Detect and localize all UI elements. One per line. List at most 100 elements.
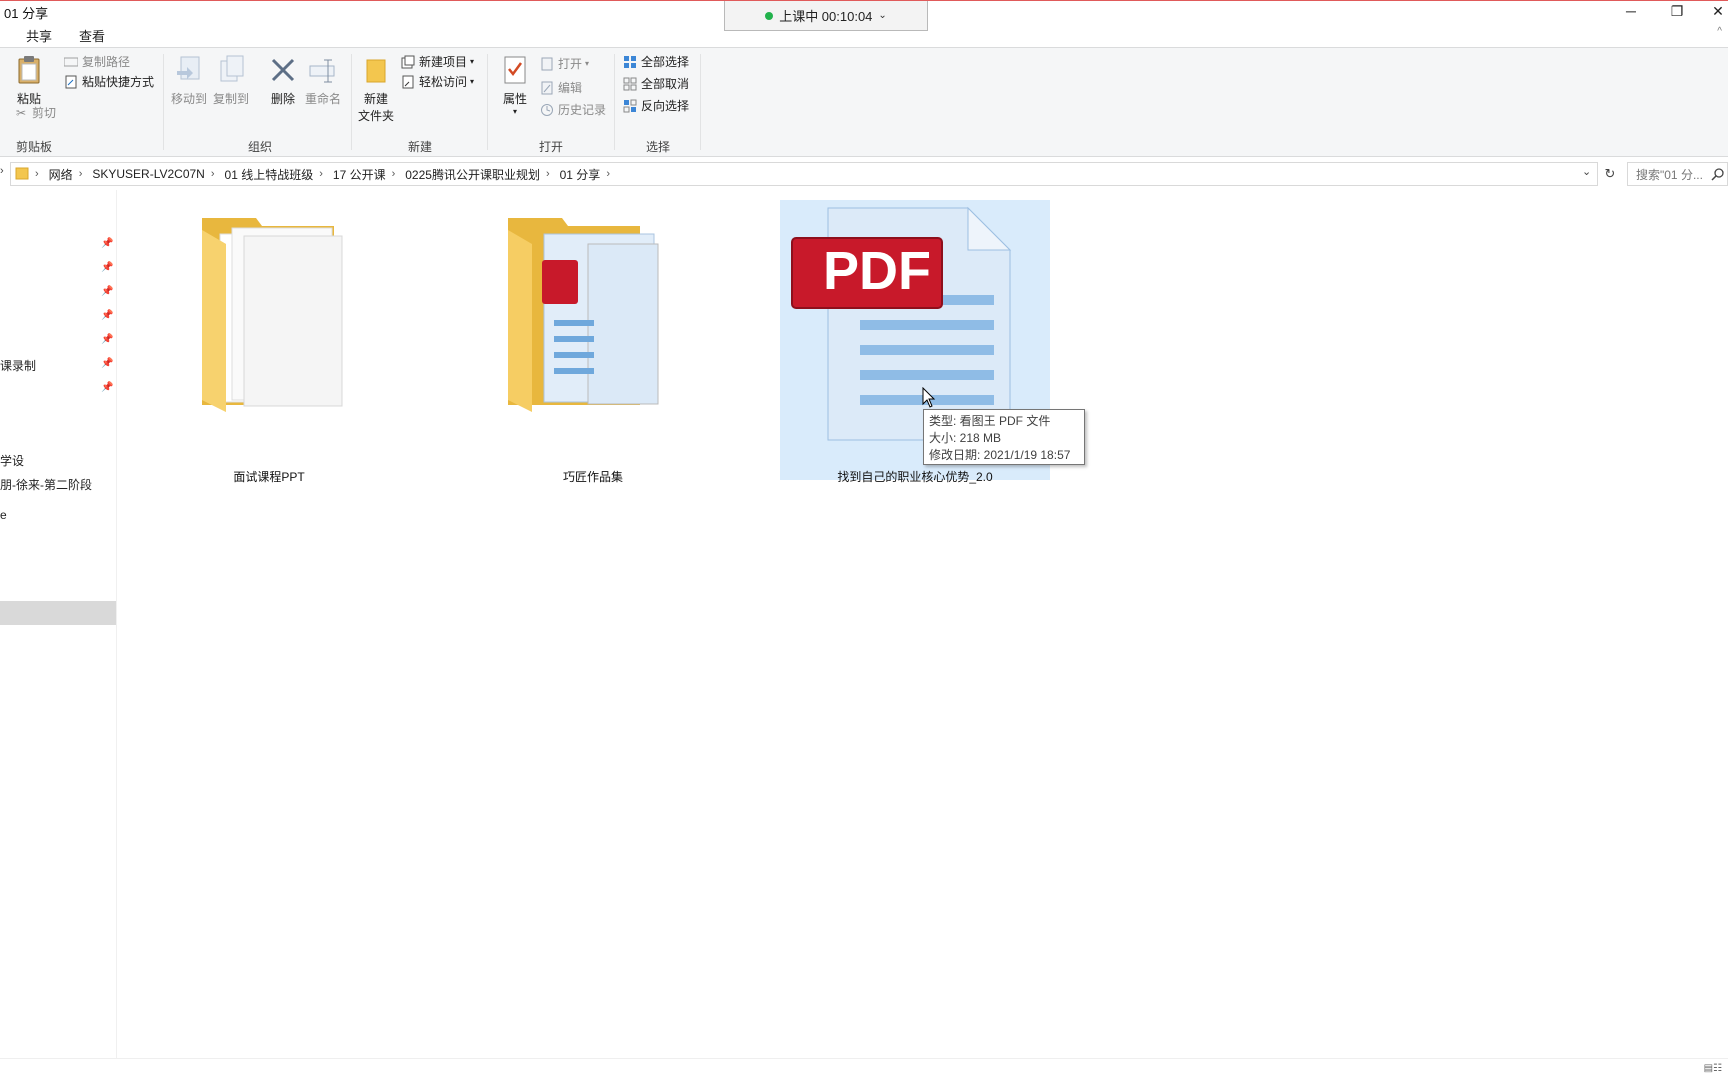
copy-path-button[interactable]: 复制路径	[63, 53, 130, 70]
cut-button[interactable]: ✂ 剪切	[13, 104, 56, 121]
nav-item[interactable]: e	[0, 508, 7, 522]
breadcrumb-separator-icon: ›	[35, 168, 39, 180]
tab-view[interactable]: 查看	[79, 26, 105, 45]
pin-icon[interactable]: 📌	[101, 358, 113, 369]
close-button[interactable]: ✕	[1698, 1, 1728, 21]
breadcrumb-separator-icon[interactable]: ›	[319, 168, 323, 180]
cut-label: 剪切	[32, 106, 57, 120]
new-item-icon	[400, 54, 416, 70]
easy-access-button[interactable]: 轻松访问 ▾	[400, 73, 474, 90]
move-to-label: 移动到	[171, 92, 208, 106]
breadcrumb-separator-icon[interactable]: ›	[79, 168, 83, 180]
restore-button[interactable]: ❐	[1657, 1, 1697, 21]
move-to-icon	[174, 54, 204, 86]
caret-down-icon: ▾	[512, 107, 517, 116]
edit-label: 编辑	[558, 81, 583, 95]
select-all-button[interactable]: 全部选择	[622, 53, 689, 70]
copy-path-icon	[63, 54, 79, 70]
invert-selection-button[interactable]: 反向选择	[622, 97, 689, 114]
new-item-button[interactable]: 新建项目 ▾	[400, 53, 474, 70]
group-separator	[700, 54, 701, 150]
caret-down-icon: ▾	[470, 57, 475, 66]
delete-x-icon	[268, 54, 298, 86]
view-mode-icon[interactable]: ▤☷	[1704, 1063, 1722, 1074]
ribbon-collapse-button[interactable]: ^	[1717, 26, 1722, 37]
group-separator	[487, 54, 488, 150]
file-name: 找到自己的职业核心优势_2.0	[837, 470, 993, 484]
new-folder-label-1: 新建	[364, 92, 389, 106]
window-title: 01 分享	[4, 6, 49, 21]
nav-item-selected[interactable]	[0, 601, 116, 625]
breadcrumb-public-course[interactable]: 17 公开课	[333, 166, 386, 183]
copy-to-icon	[216, 54, 246, 86]
select-none-label: 全部取消	[641, 77, 690, 91]
history-button[interactable]: 历史记录	[539, 101, 606, 118]
pin-icon[interactable]: 📌	[101, 382, 113, 393]
breadcrumb-career[interactable]: 0225腾讯公开课职业规划	[405, 166, 540, 183]
search-placeholder: 搜索"01 分...	[1636, 167, 1703, 182]
pin-icon[interactable]: 📌	[101, 262, 113, 273]
pdf-badge-text: PDF	[823, 241, 931, 301]
rename-button[interactable]: 重命名	[305, 54, 341, 107]
caret-down-icon: ▾	[470, 77, 475, 86]
delete-label: 删除	[270, 92, 295, 106]
tab-share[interactable]: 共享	[26, 26, 52, 45]
new-folder-button[interactable]: 新建 文件夹	[358, 54, 394, 124]
breadcrumb-host[interactable]: SKYUSER-LV2C07N	[92, 167, 205, 181]
paste-shortcut-button[interactable]: 粘贴快捷方式	[63, 73, 154, 90]
group-label-new: 新建	[407, 140, 432, 154]
properties-button[interactable]: 属性 ▾	[500, 54, 530, 116]
breadcrumb-separator-icon[interactable]: ›	[211, 168, 215, 180]
group-label-organize: 组织	[247, 140, 272, 154]
file-item[interactable]: 巧匠作品集	[458, 200, 728, 484]
delete-button[interactable]: 删除	[268, 54, 298, 107]
properties-label: 属性	[502, 92, 527, 106]
move-to-button[interactable]: 移动到	[171, 54, 207, 107]
search-input[interactable]: 搜索"01 分...	[1627, 162, 1728, 186]
paste-shortcut-label: 粘贴快捷方式	[82, 75, 155, 89]
pin-icon[interactable]: 📌	[101, 286, 113, 297]
folder-pdf-icon	[508, 218, 659, 412]
nav-item[interactable]: 课录制	[0, 357, 36, 374]
recording-dot-icon	[765, 11, 774, 20]
select-none-button[interactable]: 全部取消	[622, 75, 689, 92]
pin-icon[interactable]: 📌	[101, 238, 113, 249]
address-dropdown-icon[interactable]: ⌄	[1582, 165, 1591, 178]
chevron-down-icon[interactable]: ⌄	[878, 10, 886, 21]
paste-shortcut-icon	[63, 74, 79, 90]
history-icon	[539, 102, 555, 118]
navigation-pane: 📌 📌 📌 📌 📌 📌 📌 课录制 学设 朋-徐来-第二阶段 e	[0, 190, 117, 1058]
breadcrumb-separator-icon[interactable]: ›	[606, 168, 610, 180]
address-bar[interactable]: › 网络 › SKYUSER-LV2C07N › 01 线上特战班级 › 17 …	[10, 162, 1598, 186]
breadcrumb-network[interactable]: 网络	[49, 166, 73, 183]
edit-button[interactable]: 编辑	[539, 79, 582, 96]
caret-down-icon: ▾	[585, 59, 590, 68]
nav-item[interactable]: 学设	[0, 452, 24, 469]
properties-check-icon	[500, 54, 530, 86]
copy-path-label: 复制路径	[82, 55, 131, 69]
pin-icon[interactable]: 📌	[101, 310, 113, 321]
copy-to-button[interactable]: 复制到	[213, 54, 249, 107]
minimize-button[interactable]: ─	[1611, 1, 1651, 21]
pin-icon[interactable]: 📌	[101, 334, 113, 345]
group-separator	[614, 54, 615, 150]
breadcrumb-separator-icon[interactable]: ›	[392, 168, 396, 180]
open-button[interactable]: 打开 ▾	[539, 55, 589, 72]
nav-item[interactable]: 朋-徐来-第二阶段	[0, 476, 92, 493]
select-all-icon	[622, 54, 638, 70]
breadcrumb-separator-icon[interactable]: ›	[546, 168, 550, 180]
refresh-icon[interactable]: ↻	[1600, 162, 1620, 186]
paste-button[interactable]: 粘贴	[14, 54, 44, 107]
file-item[interactable]: 面试课程PPT	[134, 200, 404, 484]
breadcrumb-class[interactable]: 01 线上特战班级	[225, 166, 314, 183]
open-icon	[539, 56, 555, 72]
group-label-clipboard: 剪贴板	[15, 140, 52, 154]
search-icon[interactable]	[1711, 167, 1725, 184]
ribbon: 粘贴 复制路径 粘贴快捷方式 ✂ 剪切 剪贴板 移动到 复制到 删除 重命名 组…	[0, 47, 1728, 157]
breadcrumb-share[interactable]: 01 分享	[560, 166, 601, 183]
select-none-icon	[622, 76, 638, 92]
copy-to-label: 复制到	[213, 92, 250, 106]
open-label: 打开	[558, 57, 583, 71]
mouse-cursor-icon	[922, 387, 936, 408]
group-label-open: 打开	[538, 140, 563, 154]
